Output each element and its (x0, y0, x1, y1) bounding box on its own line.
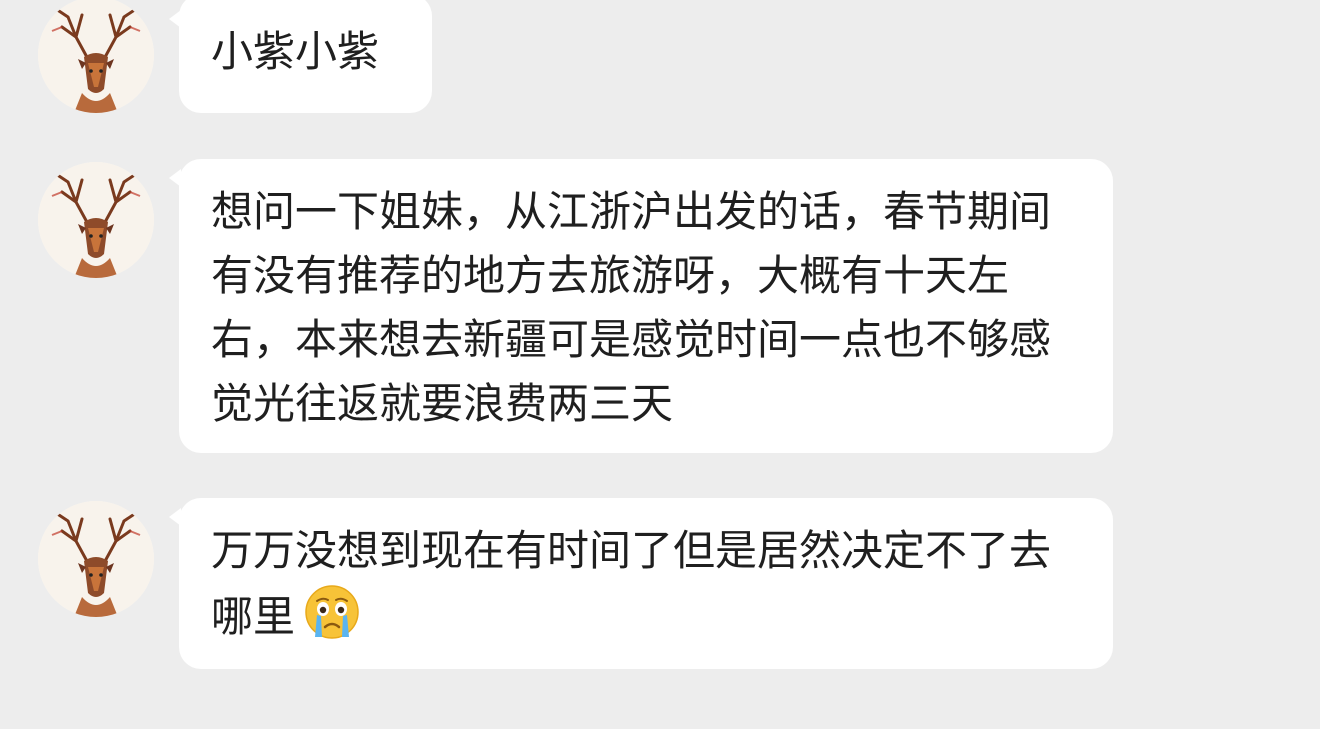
bubble-tail (169, 169, 181, 187)
sender-avatar[interactable] (38, 0, 154, 113)
deer-avatar-icon (38, 162, 154, 278)
sender-avatar[interactable] (38, 501, 154, 617)
deer-avatar-icon (38, 0, 154, 113)
deer-avatar-icon (38, 501, 154, 617)
bubble-tail (169, 508, 181, 526)
message-bubble[interactable]: 万万没想到现在有时间了但是居然决定不了去哪里 (169, 498, 1113, 669)
crying-face-emoji (305, 585, 359, 639)
bubble-tail (169, 10, 181, 28)
sender-avatar[interactable] (38, 162, 154, 278)
message-bubble[interactable]: 想问一下姐妹，从江浙沪出发的话，春节期间有没有推荐的地方去旅游呀，大概有十天左右… (169, 159, 1113, 453)
message-bubble[interactable]: 小紫小紫 (169, 0, 432, 113)
message-text: 想问一下姐妹，从江浙沪出发的话，春节期间有没有推荐的地方去旅游呀，大概有十天左右… (211, 187, 1052, 428)
message-text: 小紫小紫 (211, 27, 380, 76)
